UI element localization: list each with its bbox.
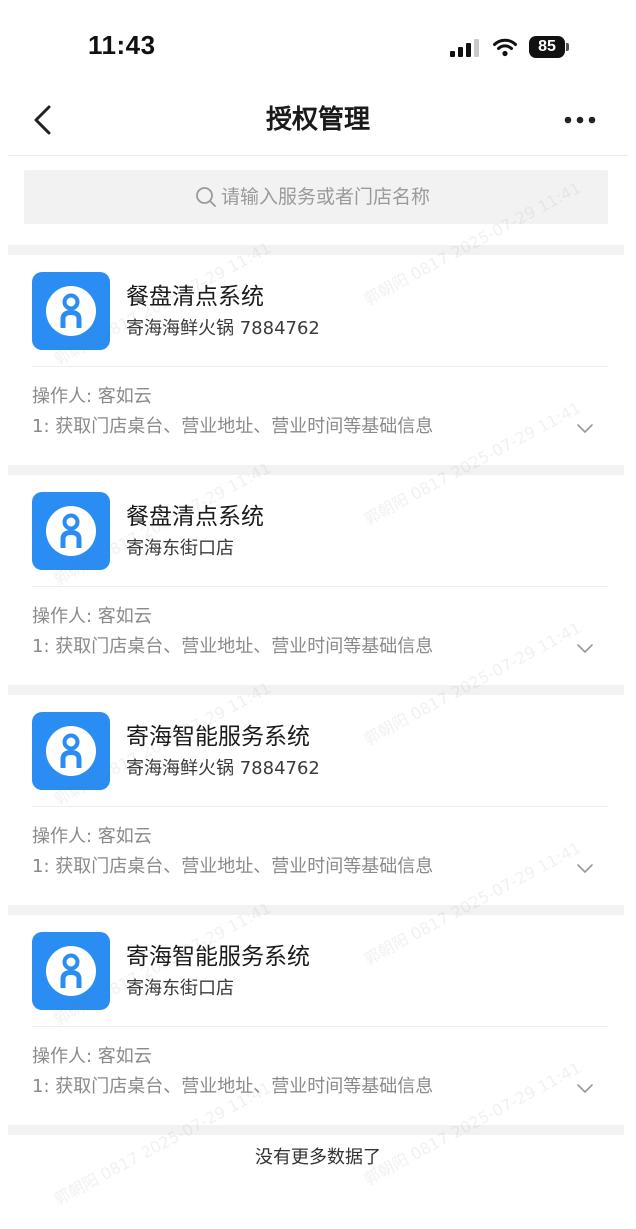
section-separator	[8, 465, 624, 475]
wifi-icon	[493, 38, 517, 57]
chevron-down-icon[interactable]	[576, 1082, 594, 1094]
permission-row[interactable]: 1: 获取门店桌台、营业地址、营业时间等基础信息	[32, 1073, 608, 1101]
permission-text: 1: 获取门店桌台、营业地址、营业时间等基础信息	[32, 1076, 434, 1097]
operator-text: 操作人: 客如云	[32, 1046, 152, 1067]
permission-row[interactable]: 1: 获取门店桌台、营业地址、营业时间等基础信息	[32, 413, 608, 441]
status-time: 11:43	[88, 30, 156, 60]
page-title: 授权管理	[265, 105, 370, 135]
section-separator	[8, 685, 624, 695]
search-icon	[196, 187, 216, 207]
operator-text: 操作人: 客如云	[32, 826, 152, 847]
search-input[interactable]	[221, 186, 437, 208]
card-divider	[32, 366, 608, 367]
store-name: 寄海东街口店	[126, 538, 234, 559]
service-name: 寄海智能服务系统	[126, 944, 310, 970]
card-divider	[32, 1026, 608, 1027]
store-name: 寄海东街口店	[126, 978, 234, 999]
section-separator	[8, 245, 624, 255]
store-name: 寄海海鲜火锅 7884762	[126, 318, 320, 339]
battery-nub	[566, 43, 569, 51]
more-dots-icon[interactable]	[562, 112, 598, 128]
permission-row[interactable]: 1: 获取门店桌台、营业地址、营业时间等基础信息	[32, 633, 608, 661]
chevron-down-icon[interactable]	[576, 642, 594, 654]
service-name: 寄海智能服务系统	[126, 724, 310, 750]
chevron-down-icon[interactable]	[576, 862, 594, 874]
section-separator	[8, 905, 624, 915]
permission-text: 1: 获取门店桌台、营业地址、营业时间等基础信息	[32, 416, 434, 437]
battery-icon: 85	[529, 36, 565, 58]
section-separator	[8, 1125, 624, 1135]
cellular-signal-icon	[450, 39, 479, 57]
card-divider	[32, 806, 608, 807]
list-end-text: 没有更多数据了	[255, 1147, 381, 1168]
keruyun-logo-icon	[32, 272, 110, 350]
service-name: 餐盘清点系统	[126, 284, 264, 310]
store-name: 寄海海鲜火锅 7884762	[126, 758, 320, 779]
authorization-card[interactable]: 寄海智能服务系统 寄海海鲜火锅 7884762 操作人: 客如云 1: 获取门店…	[0, 695, 636, 905]
keruyun-logo-icon	[32, 492, 110, 570]
authorization-card[interactable]: 餐盘清点系统 寄海东街口店 操作人: 客如云 1: 获取门店桌台、营业地址、营业…	[0, 475, 636, 685]
authorization-card[interactable]: 餐盘清点系统 寄海海鲜火锅 7884762 操作人: 客如云 1: 获取门店桌台…	[0, 255, 636, 465]
operator-text: 操作人: 客如云	[32, 606, 152, 627]
operator-text: 操作人: 客如云	[32, 386, 152, 407]
keruyun-logo-icon	[32, 932, 110, 1010]
authorization-card[interactable]: 寄海智能服务系统 寄海东街口店 操作人: 客如云 1: 获取门店桌台、营业地址、…	[0, 915, 636, 1125]
service-name: 餐盘清点系统	[126, 504, 264, 530]
search-bar[interactable]	[24, 170, 608, 224]
permission-text: 1: 获取门店桌台、营业地址、营业时间等基础信息	[32, 856, 434, 877]
card-divider	[32, 586, 608, 587]
permission-text: 1: 获取门店桌台、营业地址、营业时间等基础信息	[32, 636, 434, 657]
permission-row[interactable]: 1: 获取门店桌台、营业地址、营业时间等基础信息	[32, 853, 608, 881]
nav-divider	[8, 155, 628, 156]
keruyun-logo-icon	[32, 712, 110, 790]
chevron-down-icon[interactable]	[576, 422, 594, 434]
